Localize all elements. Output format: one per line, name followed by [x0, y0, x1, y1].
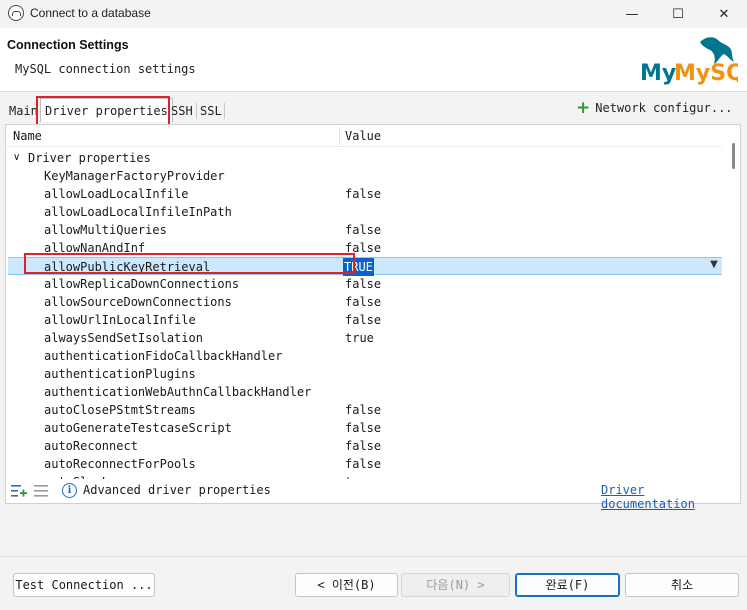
property-name: allowMultiQueries	[44, 223, 167, 237]
property-name: alwaysSendSetIsolation	[44, 331, 203, 345]
column-divider[interactable]	[339, 127, 340, 145]
table-row[interactable]: alwaysSendSetIsolation true	[6, 329, 722, 347]
panel-footer: i Advanced driver properties Driver docu…	[6, 479, 740, 511]
cancel-button[interactable]: 취소	[625, 573, 739, 597]
add-property-icon[interactable]	[11, 484, 27, 498]
property-name: allowLoadLocalInfile	[44, 187, 189, 201]
close-icon[interactable]: ✕	[701, 0, 747, 28]
property-name: allowLoadLocalInfileInPath	[44, 205, 232, 219]
table-row[interactable]: autoReconnectForPools false	[6, 455, 722, 473]
table-header: Name Value	[6, 125, 722, 147]
property-name: allowReplicaDownConnections	[44, 277, 240, 291]
info-icon: i	[62, 483, 77, 498]
column-header-name[interactable]: Name	[13, 129, 42, 143]
tab-ssh[interactable]: SSH	[171, 100, 193, 122]
back-button[interactable]: < 이전(B)	[295, 573, 398, 597]
tab-ssl[interactable]: SSL	[200, 100, 222, 122]
table-row[interactable]: autoGenerateTestcaseScript false	[6, 419, 722, 437]
property-name: autoClosePStmtStreams	[44, 403, 196, 417]
property-name: autoGenerateTestcaseScript	[44, 421, 232, 435]
property-value[interactable]: false	[345, 185, 381, 203]
property-name: autoReconnect	[44, 439, 138, 453]
plus-icon: +	[576, 98, 591, 118]
table-row[interactable]: authenticationWebAuthnCallbackHandler	[6, 383, 722, 401]
property-name: allowSourceDownConnections	[44, 295, 232, 309]
property-name: allowPublicKeyRetrieval	[44, 260, 211, 274]
remove-property-icon[interactable]	[34, 484, 50, 498]
page-title: Connection Settings	[7, 38, 129, 52]
driver-properties-panel: Name Value ∨ Driver properties KeyManage…	[5, 124, 741, 511]
property-value[interactable]: false	[345, 401, 381, 419]
next-button[interactable]: 다음(N) >	[401, 573, 510, 597]
chevron-down-icon[interactable]: ∨	[13, 149, 20, 167]
button-bar: Test Connection ... < 이전(B) 다음(N) > 완료(F…	[0, 556, 747, 610]
table-row-selected[interactable]: allowPublicKeyRetrieval TRUE	[8, 257, 722, 276]
svg-text:My: My	[640, 61, 676, 86]
dropdown-arrow-icon[interactable]: ▼	[707, 258, 721, 272]
dialog-header: Connection Settings MySQL connection set…	[0, 28, 747, 92]
property-value[interactable]: false	[345, 221, 381, 239]
property-name: authenticationWebAuthnCallbackHandler	[44, 385, 312, 399]
tab-driver-properties[interactable]: Driver properties	[40, 98, 173, 122]
property-value[interactable]: true	[345, 329, 374, 347]
property-name: KeyManagerFactoryProvider	[44, 169, 225, 183]
property-name: allowUrlInLocalInfile	[44, 313, 196, 327]
property-value[interactable]: false	[345, 275, 381, 293]
table-row[interactable]: authenticationPlugins	[6, 365, 722, 383]
table-row[interactable]: allowMultiQueries false	[6, 221, 722, 239]
property-name: allowNanAndInf	[44, 241, 146, 255]
tab-main[interactable]: Main	[9, 100, 38, 122]
test-connection-button[interactable]: Test Connection ...	[13, 573, 155, 597]
property-value[interactable]: false	[345, 293, 381, 311]
mysql-logo-text: MySQL	[674, 61, 738, 86]
tab-divider	[224, 103, 225, 119]
scrollbar-thumb[interactable]	[732, 143, 735, 169]
table-row[interactable]: allowLoadLocalInfileInPath	[6, 203, 722, 221]
property-value[interactable]: false	[345, 311, 381, 329]
finish-button[interactable]: 완료(F)	[515, 573, 620, 597]
tab-divider	[196, 103, 197, 119]
property-value[interactable]: false	[345, 455, 381, 473]
maximize-icon[interactable]: ☐	[655, 0, 701, 28]
property-value[interactable]: false	[345, 437, 381, 455]
minimize-icon[interactable]: —	[609, 0, 655, 28]
table-row[interactable]: allowNanAndInf false	[6, 239, 722, 257]
table-row[interactable]: allowUrlInLocalInfile false	[6, 311, 722, 329]
property-value-editor[interactable]: TRUE	[343, 258, 374, 276]
advanced-properties-label: Advanced driver properties	[83, 483, 271, 497]
column-header-value[interactable]: Value	[345, 129, 381, 143]
table-row[interactable]: allowSourceDownConnections false	[6, 293, 722, 311]
table-row[interactable]: allowLoadLocalInfile false	[6, 185, 722, 203]
window-title: Connect to a database	[30, 6, 151, 20]
group-row-driver-properties[interactable]: ∨ Driver properties	[6, 149, 722, 167]
group-label: Driver properties	[28, 151, 151, 165]
property-name: authenticationFidoCallbackHandler	[44, 349, 283, 363]
property-value[interactable]: false	[345, 419, 381, 437]
page-subtitle: MySQL connection settings	[15, 62, 196, 76]
table-row[interactable]: autoClosePStmtStreams false	[6, 401, 722, 419]
property-name: autoReconnectForPools	[44, 457, 196, 471]
property-value[interactable]: false	[345, 239, 381, 257]
property-name: authenticationPlugins	[44, 367, 196, 381]
table-row[interactable]: KeyManagerFactoryProvider	[6, 167, 722, 185]
title-bar: Connect to a database — ☐ ✕	[0, 0, 747, 28]
vertical-scrollbar[interactable]	[722, 125, 740, 479]
table-row[interactable]: allowReplicaDownConnections false	[6, 275, 722, 293]
table-row[interactable]: autoReconnect false	[6, 437, 722, 455]
network-config-label: Network configur...	[595, 101, 733, 115]
mysql-logo: My MySQL	[640, 37, 738, 86]
driver-documentation-link[interactable]: Driver documentation	[601, 483, 740, 511]
table-row[interactable]: authenticationFidoCallbackHandler	[6, 347, 722, 365]
network-config-button[interactable]: + Network configur...	[576, 98, 733, 118]
app-icon	[8, 5, 24, 21]
property-list: ∨ Driver properties KeyManagerFactoryPro…	[6, 147, 722, 479]
